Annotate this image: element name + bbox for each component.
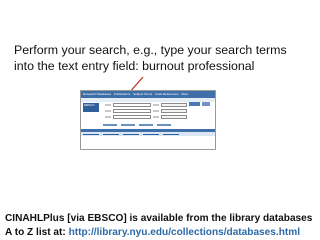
instruction-line-1: Perform your search, e.g., type your sea…	[14, 43, 287, 57]
in-label	[153, 104, 159, 106]
clear-button[interactable]	[202, 102, 210, 106]
filter-link[interactable]	[83, 133, 99, 135]
filter-link[interactable]	[123, 133, 139, 135]
operator-select-2[interactable]	[105, 110, 111, 112]
field-select-1[interactable]	[161, 103, 187, 107]
search-term-input-2[interactable]	[113, 109, 151, 113]
instruction-text: Perform your search, e.g., type your sea…	[14, 42, 314, 74]
ebsco-search-screenshot: Research Databases Publications Subject …	[80, 90, 216, 150]
nav-item-research-databases: Research Databases	[83, 92, 112, 96]
filter-link[interactable]	[163, 133, 179, 135]
footer-line-1: CINAHLPlus [via EBSCO] is available from…	[5, 213, 313, 224]
nav-item-cited-references: Cited References	[155, 92, 179, 96]
advanced-search-link[interactable]	[121, 124, 135, 126]
search-term-input-3[interactable]	[113, 115, 151, 119]
footer-line-2: A to Z list at: http://library.nyu.edu/c…	[5, 226, 317, 240]
visual-search-link[interactable]	[139, 124, 153, 126]
results-filter-bar	[81, 132, 215, 136]
in-label	[153, 116, 159, 118]
instruction-line-2: into the text entry field: burnout profe…	[14, 59, 255, 73]
search-options-links	[103, 124, 171, 126]
nav-item-subject-terms: Subject Terms	[133, 92, 153, 96]
filter-link[interactable]	[103, 133, 119, 135]
ebsco-top-nav: Research Databases Publications Subject …	[81, 91, 215, 98]
nav-item-more: More	[181, 92, 189, 96]
search-row-label	[105, 104, 111, 106]
search-row-3	[105, 115, 187, 119]
ebsco-logo-text: EBSCO	[84, 103, 95, 107]
search-term-input-1[interactable]	[113, 103, 151, 107]
basic-search-link[interactable]	[103, 124, 117, 126]
databases-url-link[interactable]: http://library.nyu.edu/collections/datab…	[69, 227, 300, 238]
in-label	[153, 110, 159, 112]
search-history-link[interactable]	[157, 124, 171, 126]
nav-item-publications: Publications	[114, 92, 131, 96]
filter-link[interactable]	[143, 133, 159, 135]
ebsco-logo: EBSCO	[83, 103, 99, 112]
operator-select-3[interactable]	[105, 116, 111, 118]
footer-line-2-prefix: A to Z list at:	[5, 227, 69, 238]
footer-note: CINAHLPlus [via EBSCO] is available from…	[5, 212, 317, 240]
search-button[interactable]	[189, 102, 200, 106]
search-row-2	[105, 109, 187, 113]
field-select-2[interactable]	[161, 109, 187, 113]
search-row-1	[105, 103, 187, 107]
field-select-3[interactable]	[161, 115, 187, 119]
